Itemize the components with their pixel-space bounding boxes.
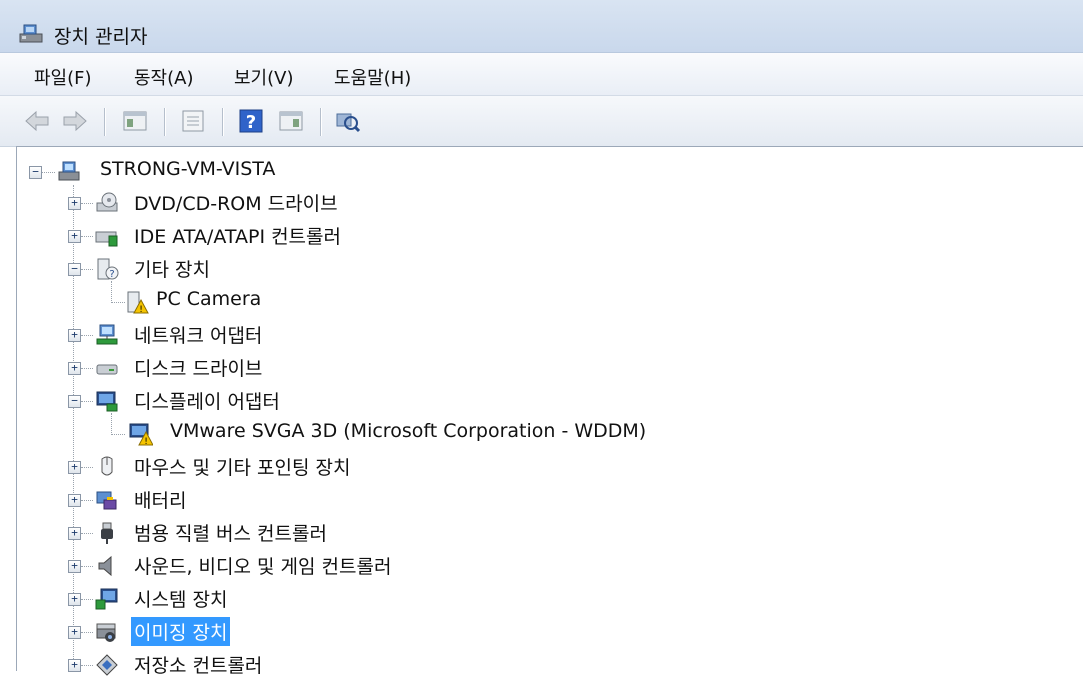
tree-connector bbox=[81, 467, 93, 469]
tree-item-label[interactable]: 저장소 컨트롤러 bbox=[131, 650, 265, 679]
tree-item-label[interactable]: 디스크 드라이브 bbox=[131, 353, 265, 382]
tree-connector bbox=[81, 599, 93, 601]
device-tree: − STRONG-VM-VISTA + DVD/CD-ROM 드라이브 + ID… bbox=[16, 146, 1083, 677]
tree-root-label[interactable]: STRONG-VM-VISTA bbox=[97, 157, 278, 181]
tree-item-label[interactable]: VMware SVGA 3D (Microsoft Corporation - … bbox=[167, 419, 649, 443]
tree-item-label[interactable]: IDE ATA/ATAPI 컨트롤러 bbox=[131, 221, 344, 250]
ide-controller-icon bbox=[95, 231, 118, 247]
svg-text:!: ! bbox=[144, 437, 148, 446]
tree-expand-toggle[interactable]: + bbox=[68, 560, 81, 573]
tree-connector bbox=[81, 368, 93, 370]
tree-connector bbox=[81, 335, 93, 337]
warning-device-icon: ! bbox=[127, 291, 149, 314]
forward-icon[interactable] bbox=[60, 106, 90, 136]
action-pane-icon[interactable] bbox=[276, 106, 306, 136]
tree-item-label-selected[interactable]: 이미징 장치 bbox=[131, 617, 231, 646]
menu-file[interactable]: 파일(F) bbox=[30, 62, 96, 92]
toolbar-separator bbox=[222, 108, 224, 136]
help-icon[interactable]: ? bbox=[236, 106, 266, 136]
tree-connector bbox=[42, 172, 55, 174]
tree-item-label[interactable]: 디스플레이 어댑터 bbox=[131, 386, 283, 415]
tree-connector bbox=[81, 533, 93, 535]
tree-item-label[interactable]: 사운드, 비디오 및 게임 컨트롤러 bbox=[131, 551, 394, 580]
tree-expand-toggle[interactable]: + bbox=[68, 527, 81, 540]
scan-hardware-icon[interactable] bbox=[332, 106, 362, 136]
device-manager-icon bbox=[19, 24, 43, 43]
show-hide-console-tree-icon[interactable] bbox=[120, 106, 150, 136]
tree-collapse-toggle[interactable]: − bbox=[68, 395, 81, 408]
svg-text:?: ? bbox=[109, 269, 114, 280]
display-adapter-icon bbox=[96, 391, 118, 412]
back-icon[interactable] bbox=[22, 106, 52, 136]
menu-view[interactable]: 보기(V) bbox=[230, 62, 297, 92]
tree-connector bbox=[111, 434, 125, 436]
tree-connector bbox=[111, 413, 113, 433]
toolbar-separator bbox=[320, 108, 322, 136]
disk-drive-icon bbox=[96, 364, 118, 375]
tree-expand-toggle[interactable]: + bbox=[68, 197, 81, 210]
system-device-icon bbox=[95, 588, 118, 610]
storage-controller-icon bbox=[96, 654, 118, 676]
tree-expand-toggle[interactable]: + bbox=[68, 494, 81, 507]
tree-connector bbox=[111, 302, 125, 304]
tree-expand-toggle[interactable]: + bbox=[68, 626, 81, 639]
tree-expand-toggle[interactable]: + bbox=[68, 461, 81, 474]
tree-connector bbox=[81, 566, 93, 568]
network-adapter-icon bbox=[96, 324, 118, 345]
tree-expand-toggle[interactable]: + bbox=[68, 230, 81, 243]
tree-connector bbox=[81, 236, 93, 238]
tree-expand-toggle[interactable]: + bbox=[68, 362, 81, 375]
menu-action[interactable]: 동작(A) bbox=[130, 62, 197, 92]
tree-expand-toggle[interactable]: + bbox=[68, 659, 81, 672]
tree-connector bbox=[81, 500, 93, 502]
toolbar-separator bbox=[104, 108, 106, 136]
window-title: 장치 관리자 bbox=[54, 26, 148, 48]
menu-bar: 파일(F) 동작(A) 보기(V) 도움말(H) bbox=[0, 53, 1083, 96]
tree-collapse-toggle[interactable]: − bbox=[68, 263, 81, 276]
tree-expand-toggle[interactable]: + bbox=[68, 593, 81, 606]
speaker-icon bbox=[98, 555, 112, 577]
optical-drive-icon bbox=[96, 192, 118, 212]
imaging-device-icon bbox=[96, 623, 116, 642]
toolbar: ? bbox=[0, 96, 1083, 147]
unknown-device-icon: ? bbox=[97, 258, 119, 280]
tree-item-label[interactable]: 시스템 장치 bbox=[131, 584, 230, 613]
battery-icon bbox=[96, 491, 117, 510]
toolbar-separator bbox=[164, 108, 166, 136]
tree-connector bbox=[111, 281, 113, 301]
tree-collapse-toggle[interactable]: − bbox=[29, 166, 42, 179]
tree-item-label[interactable]: 네트워크 어댑터 bbox=[131, 320, 265, 349]
display-warning-icon: ! bbox=[129, 423, 153, 446]
tree-item-label[interactable]: PC Camera bbox=[153, 287, 264, 311]
tree-connector bbox=[81, 632, 93, 634]
menu-help[interactable]: 도움말(H) bbox=[330, 62, 415, 92]
tree-item-label[interactable]: 범용 직렬 버스 컨트롤러 bbox=[131, 518, 330, 547]
svg-text:!: ! bbox=[139, 305, 143, 314]
tree-item-label[interactable]: DVD/CD-ROM 드라이브 bbox=[131, 188, 341, 217]
computer-icon bbox=[58, 161, 80, 181]
tree-connector bbox=[81, 665, 93, 667]
tree-connector bbox=[81, 269, 93, 271]
title-bar: 장치 관리자 bbox=[0, 0, 1083, 53]
properties-icon[interactable] bbox=[178, 106, 208, 136]
usb-connector-icon bbox=[101, 522, 113, 544]
tree-connector bbox=[81, 203, 93, 205]
tree-item-label[interactable]: 배터리 bbox=[131, 485, 189, 514]
mouse-icon bbox=[101, 456, 113, 476]
tree-item-label[interactable]: 마우스 및 기타 포인팅 장치 bbox=[131, 452, 353, 481]
tree-expand-toggle[interactable]: + bbox=[68, 329, 81, 342]
tree-connector bbox=[81, 401, 93, 403]
svg-text:?: ? bbox=[246, 112, 256, 133]
tree-item-label[interactable]: 기타 장치 bbox=[131, 254, 213, 283]
